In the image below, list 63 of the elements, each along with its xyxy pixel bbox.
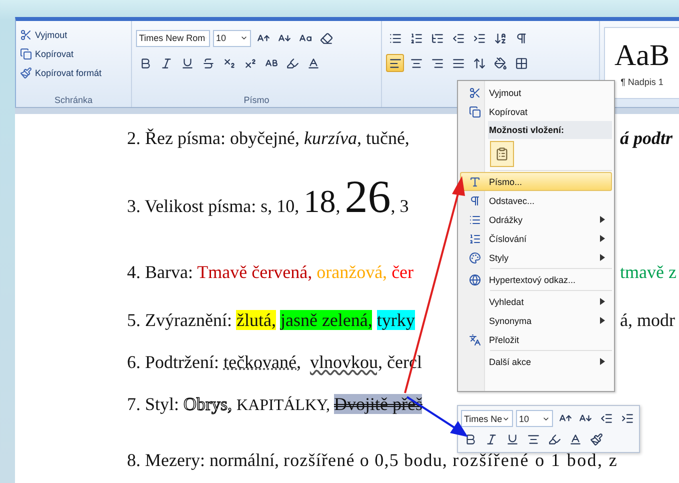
document-text: Tmavě červená, [197,262,314,282]
clipboard-icon [495,147,509,161]
submenu-arrow-icon [600,216,605,223]
document-text: 2. Řez písma: obyčejné, [127,128,300,148]
group-label: Schránka [54,95,93,105]
copy-icon [20,48,32,60]
document-text: tečkované, [224,352,301,372]
document-text: , tučné, [356,128,410,148]
menu-item[interactable]: Přeložit [460,330,612,349]
paintbrush-icon [20,67,32,79]
font-size-field[interactable]: 10 [213,30,251,46]
document-text: 7. Styl: [127,394,180,414]
group-label: Písmo [244,95,270,105]
submenu-arrow-icon [600,317,605,324]
document-text: , [336,196,342,216]
document-text: 26 [344,171,391,222]
dropdown-icon [240,34,248,42]
document-text: čer [392,262,414,282]
document-text: 4. Barva: [127,262,194,282]
document-text: 18 [304,183,336,219]
document-text: kurzíva [304,128,357,148]
document-text: rozšířené o 1 bod, z [452,450,618,470]
menu-item[interactable]: Styly [460,248,612,267]
document-text: 6. Podtržení: [127,352,220,372]
clipboard-button[interactable]: Kopírovat formát [20,65,127,81]
align-icon[interactable] [386,54,404,72]
dropdown-icon [502,414,510,422]
submenu-arrow-icon [600,254,605,261]
menu-item[interactable]: Písmo... [460,172,612,191]
menu-header: Možnosti vložení: [488,121,612,139]
document-text: 8. Mezery: normální, [127,450,280,470]
menu-item[interactable]: Odstavec... [460,191,612,210]
submenu-arrow-icon [600,235,605,242]
document-text: KAPITÁLKY, [236,397,330,414]
paste-option-button[interactable] [490,141,514,167]
clipboard-button[interactable]: Vyjmout [20,27,127,43]
font-name-field[interactable]: Times New Rom [136,30,210,46]
document-text: á, modr [620,310,675,330]
document-text: vlnovkou, [310,352,382,372]
menu-item[interactable]: Číslování [460,229,612,248]
document-text: 5. Zvýraznění: [127,310,233,330]
menu-item[interactable]: Kopírovat [460,102,612,121]
clipboard-button[interactable]: Kopírovat [20,46,127,62]
menu-item[interactable]: Hypertextový odkaz... [460,270,612,289]
menu-item[interactable]: Odrážky [460,210,612,229]
document-text: tmavě z [620,262,676,282]
submenu-arrow-icon [600,298,605,305]
document-text: oranžová, [316,262,388,282]
document-text: á podtr [620,128,673,148]
scissors-icon [20,29,32,41]
style-tile[interactable]: AaB ¶ Nadpis 1 [604,27,679,99]
submenu-arrow-icon [600,358,605,365]
font-size-field[interactable]: 10 [516,410,554,427]
menu-item[interactable]: Další akce [460,352,612,371]
document-text: žlutá, [236,310,276,330]
document-text: 3. Velikost písma: s, 10, [127,196,300,216]
document-text: rozšířené o 0,5 bodu, [283,450,449,470]
document-text: , 3 [390,196,409,216]
menu-item[interactable]: Synonyma [460,311,612,330]
document-text: jasně zelená, [280,310,372,330]
menu-item[interactable]: Vyhledat [460,292,612,311]
document-text: tyrky [376,310,415,330]
font-name-field[interactable]: Times Ne [461,410,513,427]
